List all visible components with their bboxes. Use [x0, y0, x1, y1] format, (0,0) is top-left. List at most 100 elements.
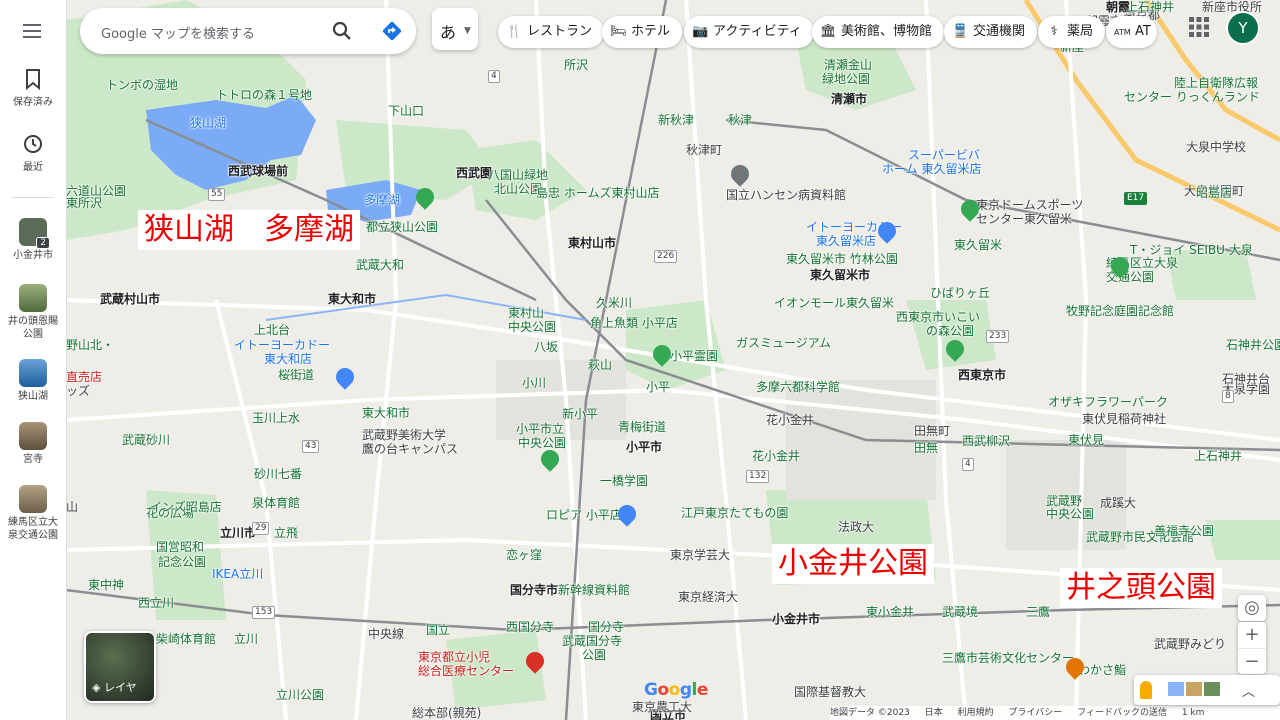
map-place-label[interactable]: 野山北・	[66, 338, 114, 352]
map-place-label[interactable]: 新小平	[562, 407, 598, 421]
map-place-label[interactable]: 秋津	[728, 113, 752, 127]
map-place-label[interactable]: 花小金井	[766, 413, 814, 427]
map-place-label[interactable]: 石神井公園	[1226, 338, 1280, 352]
pegman-icon[interactable]	[1140, 681, 1152, 699]
map-place-label[interactable]: センター東久留米	[976, 212, 1072, 226]
map-place-label[interactable]: センター りっくんランド	[1124, 90, 1260, 104]
map-place-label[interactable]: 国分寺	[588, 620, 624, 634]
map-place-label[interactable]: 大泉中学校	[1186, 140, 1246, 154]
map-place-label[interactable]: 法政大	[838, 520, 874, 534]
saved-button[interactable]: 保存済み	[0, 68, 66, 109]
recent-place-sayama[interactable]: 狭山湖	[0, 359, 66, 403]
map-place-label[interactable]: 武蔵村山市	[100, 292, 160, 306]
map-place-label[interactable]: 小平市立	[516, 422, 564, 436]
map-place-label[interactable]: 立川公園	[276, 688, 324, 702]
recent-place-koganei[interactable]: 2 小金井市	[0, 218, 66, 262]
map-place-label[interactable]: 国際基督教大	[794, 685, 866, 699]
map-place-label[interactable]: イオンモール東久留米	[774, 296, 894, 310]
map-place-label[interactable]: 西武球場前	[228, 164, 288, 178]
terms-link[interactable]: 利用規約	[958, 708, 994, 718]
map-place-label[interactable]: 北山公園	[494, 182, 542, 196]
apps-grid-icon[interactable]	[1188, 16, 1210, 38]
map-place-label[interactable]: 西武園	[456, 166, 492, 180]
map-place-label[interactable]: IKEA立川	[212, 567, 263, 581]
chip-activities[interactable]: 📷 アクティビティ	[684, 16, 814, 48]
map-place-label[interactable]: 小金井市	[772, 612, 820, 626]
map-place-label[interactable]: 下山口	[388, 104, 424, 118]
map-place-label[interactable]: オザキフラワーパーク	[1048, 395, 1168, 409]
layers-button[interactable]: ◈ レイヤ	[84, 631, 156, 703]
recent-place-inokashira[interactable]: 井の頭恩賜 公園	[0, 284, 66, 341]
map-place-label[interactable]: 東久留米市	[810, 268, 870, 282]
search-input[interactable]: Google マップを検索する	[101, 23, 255, 42]
recent-button[interactable]: 最近	[0, 133, 66, 174]
map-place-label[interactable]: 八国山緑地	[488, 168, 548, 182]
map-place-label[interactable]: 多摩湖	[364, 193, 400, 207]
map-place-label[interactable]: 中央公園	[508, 320, 556, 334]
map-place-label[interactable]: 泉体育館	[252, 496, 300, 510]
map-place-label[interactable]: 東大和店	[264, 352, 312, 366]
map-place-label[interactable]: 清瀬市	[831, 92, 867, 106]
map-place-label[interactable]: 東京都立小児	[418, 650, 490, 664]
map-place-label[interactable]: 善福寺公園	[1154, 524, 1214, 538]
map-place-label[interactable]: 砂川七番	[254, 467, 302, 481]
map-place-label[interactable]: 立川市	[220, 526, 256, 540]
map-place-label[interactable]: 花小金井	[752, 449, 800, 463]
map-place-label[interactable]: 清瀬金山	[824, 58, 872, 72]
map-place-label[interactable]: 新幹線資料館	[558, 583, 630, 597]
map-place-label[interactable]: 東久留米店	[816, 234, 876, 248]
map-place-label[interactable]: 狭山湖	[190, 116, 226, 130]
map-place-label[interactable]: 東京経済大	[678, 590, 738, 604]
expand-icon[interactable]: ︿	[1242, 681, 1255, 700]
zoom-in-button[interactable]: +	[1238, 622, 1266, 649]
map-place-label[interactable]: 上北台	[254, 323, 290, 337]
map-place-label[interactable]: 武蔵野みどり	[1154, 637, 1226, 651]
map-place-label[interactable]: ひばりヶ丘	[930, 286, 990, 300]
map-place-label[interactable]: 武蔵野	[1046, 494, 1082, 508]
map-place-label[interactable]: イトーヨーカドー	[234, 338, 330, 352]
map-data-credit[interactable]: 地図データ ©2023	[830, 708, 910, 718]
map-place-label[interactable]: 角上魚類 小平店	[590, 316, 678, 330]
map-place-label[interactable]: 久米川	[596, 296, 632, 310]
zoom-out-button[interactable]: −	[1238, 649, 1266, 674]
map-place-label[interactable]: 東村山市	[568, 236, 616, 250]
map-place-label[interactable]: トトロの森１号地	[216, 88, 312, 102]
map-place-label[interactable]: 東所沢	[66, 196, 102, 210]
chip-transit[interactable]: 🚆 交通機関	[944, 16, 1038, 48]
map-place-label[interactable]: 小平霊園	[670, 349, 718, 363]
map-place-label[interactable]: 直売店	[66, 370, 102, 384]
map-canvas[interactable]: トンボの湿地 トトロの森１号地 狭山湖 西武球場前 西武園 八国山緑地 北山公園 多摩湖 都立狭…	[66, 0, 1280, 720]
map-place-label[interactable]: 新座市役所	[1202, 0, 1262, 14]
map-place-label[interactable]: ホーム 東久留米店	[882, 162, 981, 176]
map-place-label[interactable]: 国分寺市	[510, 583, 558, 597]
map-place-label[interactable]: 都立狭山公園	[366, 220, 438, 234]
map-place-label[interactable]: 西東京市	[958, 368, 1006, 382]
map-place-label[interactable]: 中央線	[368, 627, 404, 641]
map-place-label[interactable]: 玉川上水	[252, 411, 300, 425]
map-place-label[interactable]: 東大和市	[328, 292, 376, 306]
map-place-label[interactable]: 鷹の台キャンパス	[362, 442, 458, 456]
map-place-label[interactable]: 武蔵野美術大学	[362, 428, 446, 442]
map-place-label[interactable]: 島忠 ホームズ東村山店	[536, 186, 659, 200]
map-place-label[interactable]: T・ジョイ SEIBU 大泉	[1130, 243, 1253, 257]
avatar[interactable]: Y	[1226, 11, 1260, 45]
map-place-label[interactable]: 三鷹	[1026, 605, 1050, 619]
map-place-label[interactable]: 山	[66, 500, 78, 514]
map-place-label[interactable]: 新秋津	[658, 113, 694, 127]
map-place-label[interactable]: 陸上自衛隊広報	[1174, 76, 1258, 90]
map-place-label[interactable]: 所沢	[564, 58, 588, 72]
input-method-button[interactable]: あ ▼	[432, 8, 478, 50]
map-place-label[interactable]: 武蔵国分寺	[562, 634, 622, 648]
map-place-label[interactable]: インズ昭島店	[150, 500, 222, 514]
map-place-label[interactable]: 記念公園	[158, 555, 206, 569]
map-place-label[interactable]: 東京ドームスポーツ	[976, 198, 1083, 212]
map-place-label[interactable]: 立川	[234, 632, 258, 646]
my-location-button[interactable]: ◎	[1238, 595, 1266, 621]
map-place-label[interactable]: 東伏見	[1068, 433, 1104, 447]
map-place-label[interactable]: 上石神井	[1126, 0, 1174, 14]
map-place-label[interactable]: ロピア 小平店	[546, 508, 622, 522]
map-place-label[interactable]: 田無	[914, 441, 938, 455]
chip-pharmacy[interactable]: ⚕ 薬局	[1038, 16, 1106, 48]
map-place-label[interactable]: 西東京市いこい	[896, 310, 980, 324]
map-place-label[interactable]: 三鷹市芸術文化センター	[942, 651, 1074, 665]
